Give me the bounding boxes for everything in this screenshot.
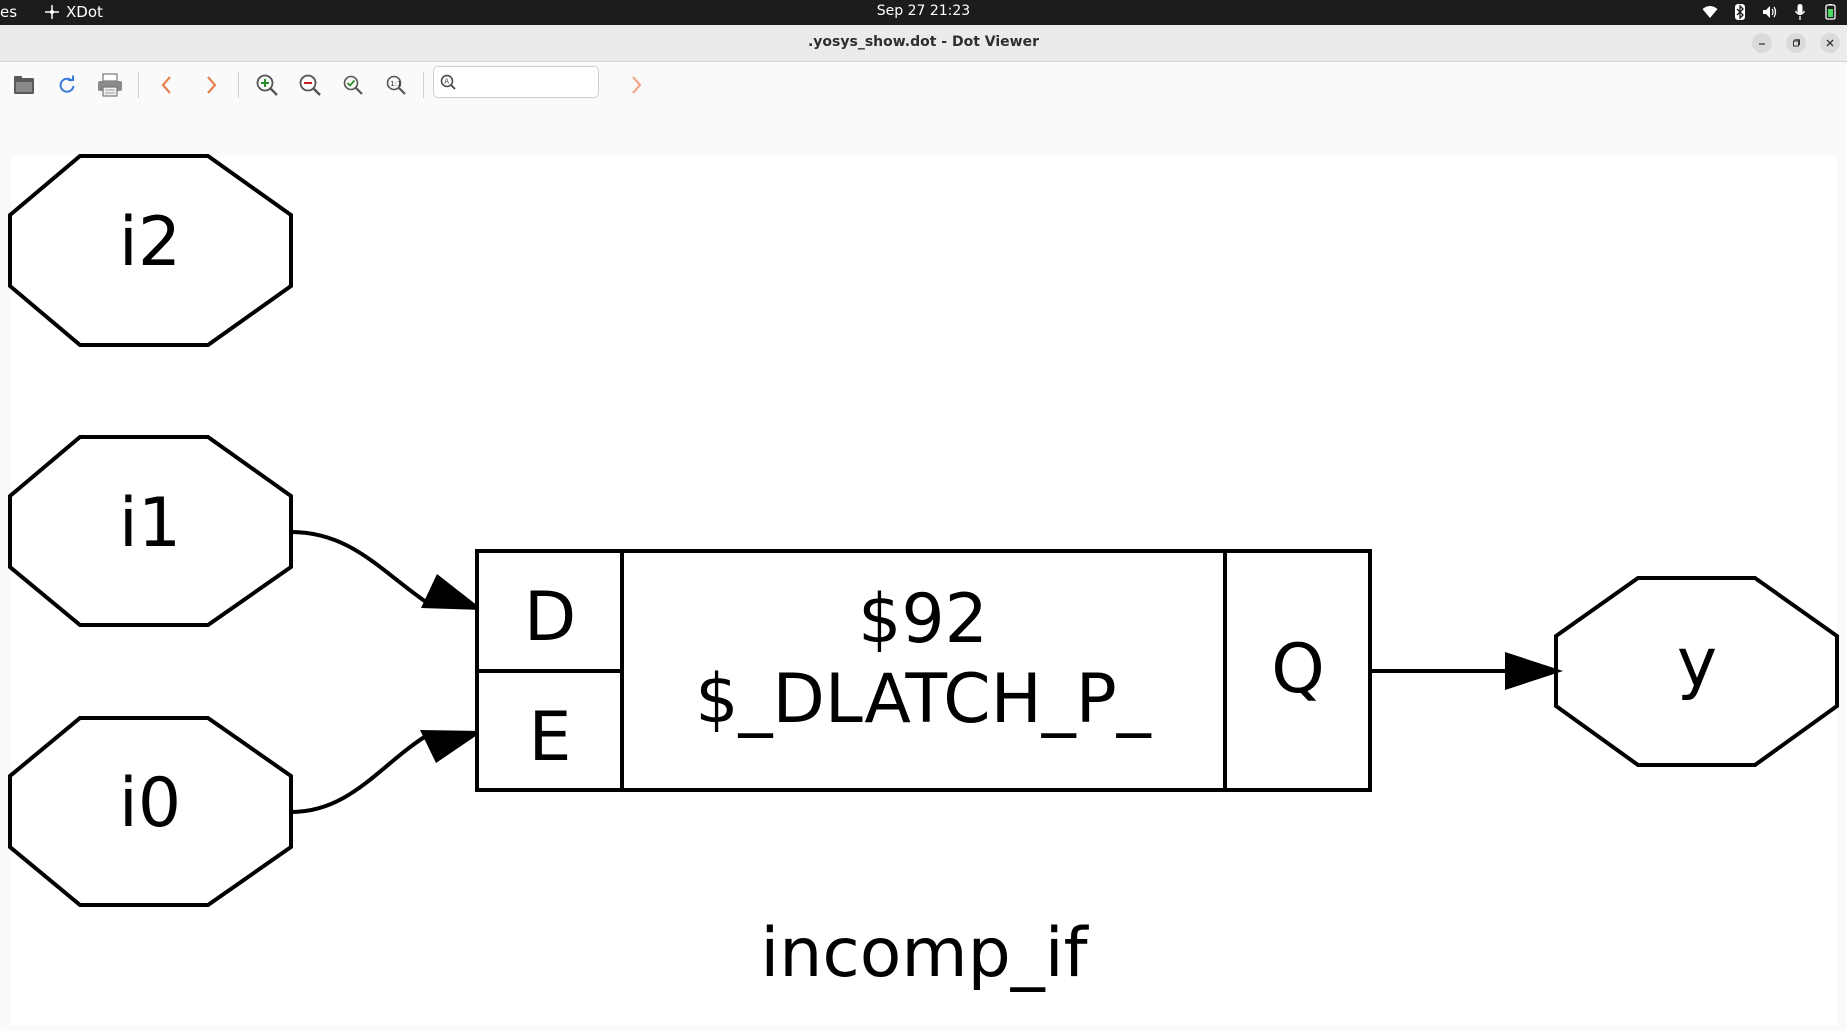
graph-drawing: i2 i1 i0 y D E $92 $_DLATCH_P_ Q incomp_… bbox=[8, 154, 1839, 1026]
svg-text:A: A bbox=[444, 78, 449, 86]
toolbar-separator bbox=[138, 72, 139, 98]
forward-icon bbox=[207, 76, 217, 94]
minimize-button[interactable] bbox=[1752, 33, 1772, 53]
reload-icon bbox=[59, 75, 75, 93]
cell-dlatch[interactable]: D E $92 $_DLATCH_P_ Q bbox=[475, 549, 1372, 792]
battery-icon[interactable] bbox=[1821, 2, 1839, 22]
window-title: .yosys_show.dot - Dot Viewer bbox=[807, 34, 1040, 50]
port-q-label: Q bbox=[1271, 630, 1325, 709]
clock[interactable]: Sep 27 21:23 bbox=[0, 3, 1847, 19]
svg-text:1:1: 1:1 bbox=[390, 80, 401, 88]
zoom-in-button[interactable] bbox=[252, 70, 282, 100]
node-label: i1 bbox=[119, 484, 181, 563]
cell-id-label: $92 bbox=[858, 580, 988, 659]
search-icon: A bbox=[440, 74, 456, 90]
toolbar-separator bbox=[238, 72, 239, 98]
open-icon bbox=[14, 76, 34, 94]
search-input[interactable] bbox=[460, 71, 598, 95]
input-node-i1[interactable]: i1 bbox=[8, 435, 293, 627]
close-icon bbox=[1826, 39, 1834, 47]
restore-button[interactable] bbox=[1786, 33, 1806, 53]
back-button[interactable] bbox=[152, 70, 182, 100]
minimize-icon bbox=[1759, 43, 1765, 45]
reload-button[interactable] bbox=[52, 70, 82, 100]
zoom-out-button[interactable] bbox=[295, 70, 325, 100]
zoom-fit-icon bbox=[343, 75, 363, 95]
forward-button[interactable] bbox=[196, 70, 226, 100]
window-title-bar[interactable]: .yosys_show.dot - Dot Viewer bbox=[0, 25, 1847, 62]
toolbar: 1:1 A bbox=[0, 62, 1847, 108]
node-label: i0 bbox=[119, 764, 181, 843]
wifi-icon[interactable] bbox=[1701, 2, 1719, 22]
input-node-i0[interactable]: i0 bbox=[8, 716, 293, 907]
bluetooth-icon[interactable] bbox=[1731, 2, 1749, 22]
zoom-100-icon: 1:1 bbox=[386, 75, 406, 95]
find-next-icon bbox=[632, 76, 642, 94]
print-icon bbox=[98, 73, 122, 97]
system-tray[interactable] bbox=[1701, 2, 1839, 22]
zoom-in-icon bbox=[256, 74, 278, 96]
output-node-y[interactable]: y bbox=[1554, 576, 1839, 767]
zoom-out-icon bbox=[299, 74, 321, 96]
cell-type-label: $_DLATCH_P_ bbox=[695, 660, 1151, 739]
graph-title: incomp_if bbox=[760, 914, 1089, 993]
zoom-fit-button[interactable] bbox=[338, 70, 368, 100]
back-icon bbox=[161, 76, 171, 94]
microphone-icon[interactable] bbox=[1791, 2, 1809, 22]
close-button[interactable] bbox=[1820, 33, 1840, 53]
graph-canvas[interactable]: i2 i1 i0 y D E $92 $_DLATCH_P_ Q incomp_… bbox=[0, 108, 1847, 1031]
port-e-label: E bbox=[529, 698, 572, 777]
print-button[interactable] bbox=[95, 70, 125, 100]
port-d-label: D bbox=[524, 578, 576, 657]
find-next-button[interactable] bbox=[621, 70, 651, 100]
restore-icon bbox=[1793, 39, 1800, 47]
input-node-i2[interactable]: i2 bbox=[8, 154, 293, 347]
volume-icon[interactable] bbox=[1761, 2, 1779, 22]
open-button[interactable] bbox=[9, 70, 39, 100]
toolbar-separator bbox=[423, 72, 424, 98]
node-label: y bbox=[1677, 624, 1717, 703]
node-label: i2 bbox=[119, 203, 181, 282]
search-field[interactable]: A bbox=[433, 66, 599, 98]
system-top-bar: es XDot Sep 27 21:23 bbox=[0, 0, 1847, 25]
zoom-100-button[interactable]: 1:1 bbox=[381, 70, 411, 100]
